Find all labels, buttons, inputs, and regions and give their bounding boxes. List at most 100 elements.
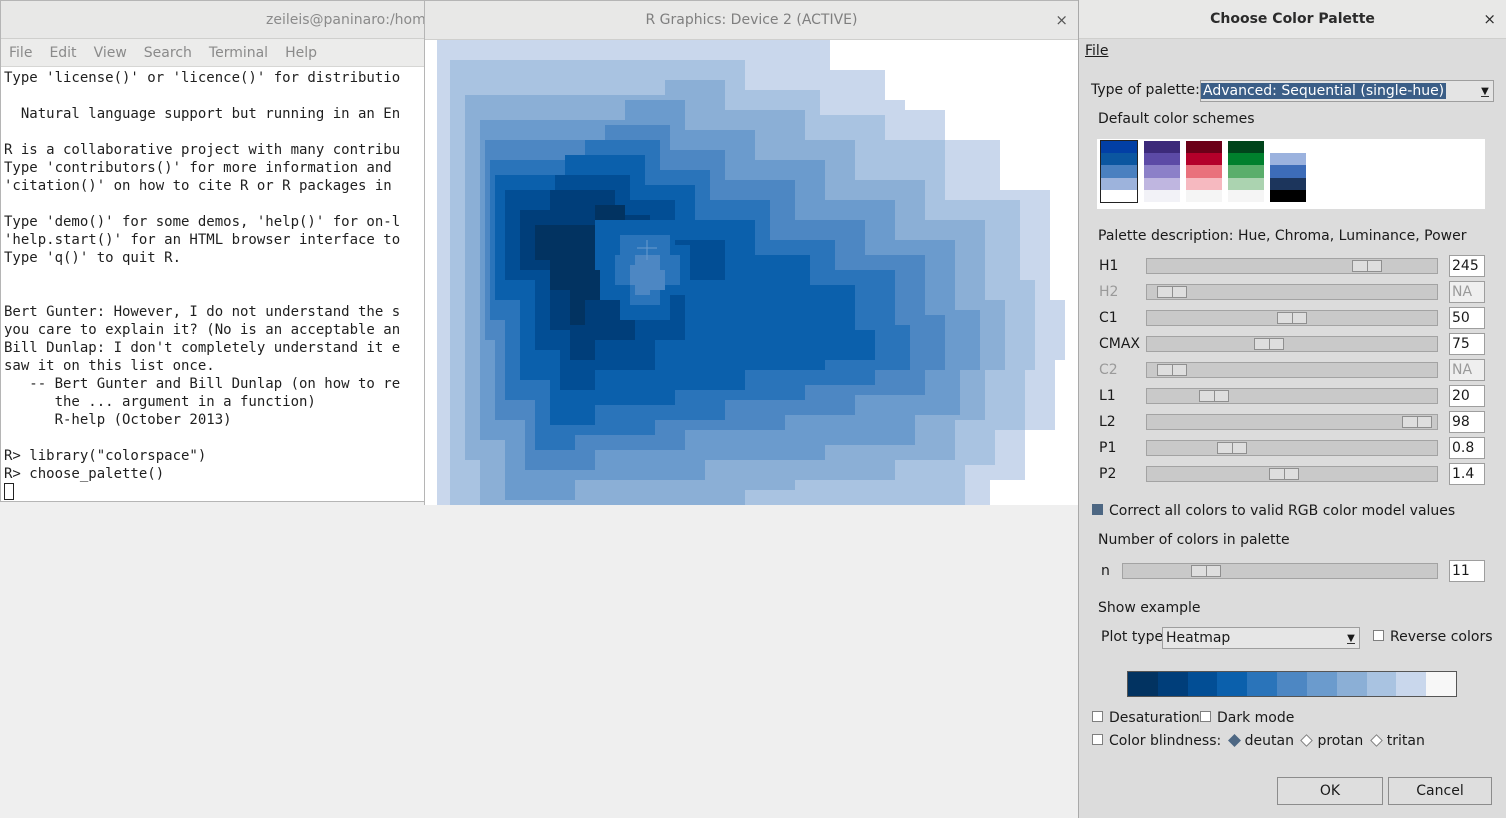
slider-thumb[interactable] bbox=[1269, 468, 1299, 480]
param-label: CMAX bbox=[1099, 336, 1141, 352]
plot-type-label: Plot type bbox=[1101, 629, 1164, 645]
deutan-radio[interactable] bbox=[1227, 734, 1241, 747]
param-row-c1: C1 50 bbox=[1099, 307, 1491, 329]
palette-color-cell bbox=[1187, 672, 1218, 696]
color-scheme-swatch[interactable] bbox=[1186, 141, 1222, 202]
param-row-h1: H1 245 bbox=[1099, 255, 1491, 277]
param-slider-l1[interactable] bbox=[1146, 388, 1438, 404]
chevron-down-icon[interactable]: ▼ bbox=[1345, 628, 1357, 648]
heatmap-plot bbox=[425, 40, 1078, 505]
n-slider[interactable] bbox=[1122, 563, 1438, 579]
palette-type-value: Advanced: Sequential (single-hue) bbox=[1201, 83, 1447, 99]
menu-file[interactable]: File bbox=[9, 45, 32, 61]
type-of-palette-label: Type of palette: bbox=[1091, 82, 1200, 98]
dark-mode-checkbox[interactable] bbox=[1200, 711, 1211, 722]
cancel-button[interactable]: Cancel bbox=[1388, 777, 1492, 805]
plot-type-combobox[interactable]: Heatmap ▼ bbox=[1162, 627, 1360, 649]
param-row-cmax: CMAX 75 bbox=[1099, 333, 1491, 355]
chevron-down-icon[interactable]: ▼ bbox=[1479, 81, 1491, 101]
default-schemes-label: Default color schemes bbox=[1098, 111, 1255, 127]
n-slider-thumb[interactable] bbox=[1191, 565, 1221, 577]
slider-thumb[interactable] bbox=[1352, 260, 1382, 272]
menu-help[interactable]: Help bbox=[285, 45, 317, 61]
palette-color-cell bbox=[1426, 672, 1456, 696]
reverse-colors-option[interactable]: Reverse colors bbox=[1373, 629, 1493, 645]
menu-search[interactable]: Search bbox=[144, 45, 192, 61]
param-entry[interactable]: 0.8 bbox=[1449, 437, 1485, 459]
ok-button[interactable]: OK bbox=[1277, 777, 1383, 805]
r-graphics-window[interactable]: R Graphics: Device 2 (ACTIVE) × bbox=[424, 0, 1079, 505]
dialog-title: Choose Color Palette bbox=[1210, 11, 1375, 27]
protan-radio[interactable] bbox=[1300, 734, 1314, 747]
file-menu-label[interactable]: File bbox=[1085, 43, 1108, 59]
menu-view[interactable]: View bbox=[94, 45, 127, 61]
param-entry[interactable]: 245 bbox=[1449, 255, 1485, 277]
slider-thumb[interactable] bbox=[1277, 312, 1307, 324]
param-entry[interactable]: 75 bbox=[1449, 333, 1485, 355]
palette-color-cell bbox=[1157, 672, 1188, 696]
param-row-l1: L1 20 bbox=[1099, 385, 1491, 407]
param-slider-p2[interactable] bbox=[1146, 466, 1438, 482]
palette-color-cell bbox=[1217, 672, 1248, 696]
param-slider-p1[interactable] bbox=[1146, 440, 1438, 456]
param-entry[interactable]: 50 bbox=[1449, 307, 1485, 329]
slider-thumb bbox=[1157, 286, 1187, 298]
reverse-colors-checkbox[interactable] bbox=[1373, 630, 1384, 641]
color-scheme-swatch[interactable] bbox=[1228, 141, 1264, 202]
desaturation-checkbox[interactable] bbox=[1092, 711, 1103, 722]
color-scheme-swatch[interactable] bbox=[1100, 140, 1138, 203]
deutan-label: deutan bbox=[1244, 733, 1294, 749]
param-slider-c1[interactable] bbox=[1146, 310, 1438, 326]
param-row-l2: L2 98 bbox=[1099, 411, 1491, 433]
desaturation-label: Desaturation bbox=[1109, 710, 1200, 726]
param-row-p1: P1 0.8 bbox=[1099, 437, 1491, 459]
param-entry[interactable]: 1.4 bbox=[1449, 463, 1485, 485]
choose-color-palette-dialog[interactable]: Choose Color Palette × File Type of pale… bbox=[1078, 0, 1506, 818]
protan-label: protan bbox=[1317, 733, 1364, 749]
color-blindness-option[interactable]: Color blindness: deutan protan tritan bbox=[1092, 733, 1425, 749]
palette-color-cell bbox=[1277, 672, 1307, 696]
reverse-colors-label: Reverse colors bbox=[1390, 629, 1493, 645]
param-row-h2: H2 NA bbox=[1099, 281, 1491, 303]
param-label: L2 bbox=[1099, 414, 1116, 430]
color-scheme-swatch[interactable] bbox=[1144, 141, 1180, 202]
palette-description-label: Palette description: Hue, Chroma, Lumina… bbox=[1098, 228, 1467, 244]
slider-thumb[interactable] bbox=[1254, 338, 1284, 350]
palette-color-cell bbox=[1306, 672, 1337, 696]
dark-mode-option[interactable]: Dark mode bbox=[1200, 710, 1294, 726]
correct-rgb-checkbox[interactable] bbox=[1092, 504, 1103, 515]
file-menu[interactable]: File bbox=[1085, 43, 1108, 59]
dialog-titlebar[interactable]: Choose Color Palette × bbox=[1079, 0, 1506, 39]
menu-edit[interactable]: Edit bbox=[49, 45, 76, 61]
param-entry[interactable]: 98 bbox=[1449, 411, 1485, 433]
n-slider-row: n 11 bbox=[1101, 560, 1493, 582]
menu-terminal[interactable]: Terminal bbox=[209, 45, 268, 61]
tritan-radio[interactable] bbox=[1369, 734, 1383, 747]
color-blindness-checkbox[interactable] bbox=[1092, 734, 1103, 745]
param-entry: NA bbox=[1449, 359, 1485, 381]
graphics-titlebar[interactable]: R Graphics: Device 2 (ACTIVE) × bbox=[425, 1, 1078, 40]
slider-thumb[interactable] bbox=[1402, 416, 1432, 428]
tritan-label: tritan bbox=[1386, 733, 1425, 749]
close-icon[interactable]: × bbox=[1055, 1, 1068, 39]
n-entry[interactable]: 11 bbox=[1449, 560, 1485, 582]
palette-type-combobox[interactable]: Advanced: Sequential (single-hue) ▼ bbox=[1200, 80, 1494, 102]
param-slider-cmax[interactable] bbox=[1146, 336, 1438, 352]
default-color-schemes bbox=[1097, 139, 1485, 209]
close-icon[interactable]: × bbox=[1483, 0, 1496, 38]
slider-thumb[interactable] bbox=[1217, 442, 1247, 454]
plot-type-value: Heatmap bbox=[1166, 630, 1231, 646]
param-slider-h1[interactable] bbox=[1146, 258, 1438, 274]
palette-color-cell bbox=[1366, 672, 1397, 696]
param-entry[interactable]: 20 bbox=[1449, 385, 1485, 407]
param-row-p2: P2 1.4 bbox=[1099, 463, 1491, 485]
param-slider-l2[interactable] bbox=[1146, 414, 1438, 430]
palette-color-cell bbox=[1336, 672, 1367, 696]
slider-thumb[interactable] bbox=[1199, 390, 1229, 402]
ncolors-label: Number of colors in palette bbox=[1098, 532, 1290, 548]
correct-rgb-option[interactable]: Correct all colors to valid RGB color mo… bbox=[1092, 503, 1455, 519]
color-scheme-swatch[interactable] bbox=[1270, 141, 1306, 202]
graphics-title: R Graphics: Device 2 (ACTIVE) bbox=[645, 12, 858, 28]
param-label: H2 bbox=[1099, 284, 1119, 300]
desaturation-option[interactable]: Desaturation bbox=[1092, 710, 1200, 726]
